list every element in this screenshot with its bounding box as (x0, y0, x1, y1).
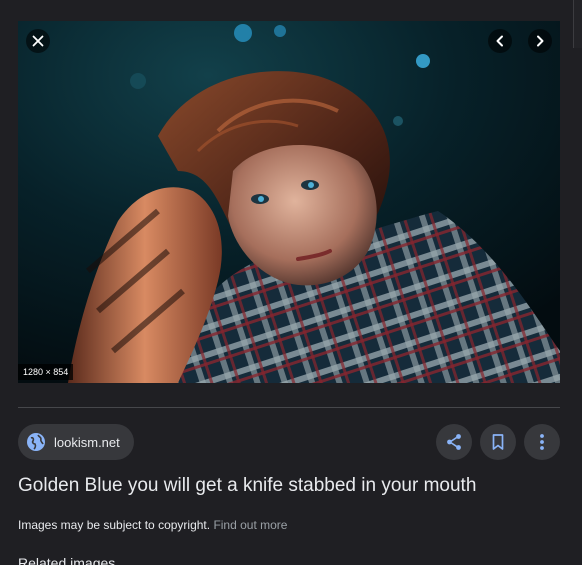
next-image-button[interactable] (528, 29, 552, 53)
find-out-more-link[interactable]: Find out more (213, 518, 287, 532)
copyright-notice: Images may be subject to copyright. Find… (18, 518, 287, 532)
source-site-label: lookism.net (54, 434, 120, 450)
preview-image[interactable] (18, 21, 560, 383)
previous-image-button[interactable] (488, 29, 512, 53)
share-icon (447, 434, 461, 450)
more-vert-icon (540, 434, 544, 450)
source-link[interactable]: lookism.net (18, 424, 134, 460)
related-images-heading: Related images (18, 555, 116, 565)
image-viewer-panel: 1280 × 854 lookism.net Golden Blue you w… (0, 0, 582, 565)
more-options-button[interactable] (524, 424, 560, 460)
bookmark-icon (492, 434, 504, 450)
divider (18, 407, 560, 408)
share-button[interactable] (436, 424, 472, 460)
chevron-right-icon (537, 35, 544, 47)
close-button[interactable] (26, 29, 50, 53)
image-dimensions: 1280 × 854 (18, 364, 74, 380)
copyright-text: Images may be subject to copyright. (18, 518, 211, 532)
globe-icon (27, 433, 45, 451)
photo-illustration (18, 21, 560, 383)
scrollbar[interactable] (573, 0, 582, 48)
close-icon (32, 35, 44, 47)
image-title[interactable]: Golden Blue you will get a knife stabbed… (18, 475, 476, 497)
save-button[interactable] (480, 424, 516, 460)
chevron-left-icon (496, 35, 503, 47)
